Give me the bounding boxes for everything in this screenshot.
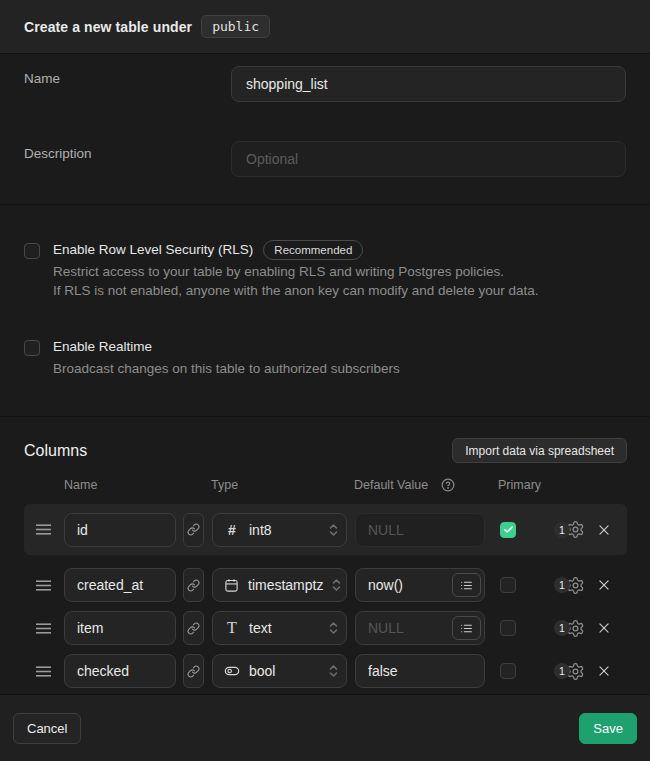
recommended-badge: Recommended (263, 240, 363, 260)
column-type-select[interactable]: # int8 (212, 513, 347, 547)
default-value-menu-button[interactable] (452, 616, 481, 640)
header-type: Type (211, 478, 354, 492)
column-type-label: int8 (249, 522, 320, 538)
columns-table-header: Name Type Default Value Primary (0, 478, 650, 492)
remove-column-button[interactable] (597, 523, 611, 537)
drag-handle-icon[interactable] (36, 524, 51, 535)
remove-column-button[interactable] (597, 578, 611, 592)
chevron-updown-icon (329, 664, 338, 678)
column-type-label: timestamptz (248, 577, 323, 593)
column-type-select[interactable]: bool (212, 654, 347, 688)
primary-checkbox[interactable] (500, 663, 516, 679)
foreign-key-icon[interactable] (183, 568, 204, 602)
column-name-input[interactable] (64, 611, 176, 645)
primary-checkbox[interactable] (500, 620, 516, 636)
settings-count-badge: 1 (554, 577, 570, 593)
column-row: T text 1 (24, 611, 627, 645)
panel-title: Create a new table under (24, 19, 192, 35)
panel-header: Create a new table under public (0, 0, 650, 53)
column-type-label: bool (249, 663, 320, 679)
hash-icon: # (224, 522, 240, 538)
panel-footer: Cancel Save (0, 695, 650, 761)
toggle-icon (224, 663, 240, 679)
column-row: # int8 1 (24, 504, 627, 555)
foreign-key-icon[interactable] (183, 513, 204, 547)
column-type-label: text (249, 620, 320, 636)
column-row: bool 1 (24, 654, 627, 688)
foreign-key-icon[interactable] (183, 611, 204, 645)
header-default-value: Default Value (354, 478, 437, 492)
import-spreadsheet-button[interactable]: Import data via spreadsheet (452, 438, 627, 463)
drag-handle-icon[interactable] (36, 580, 51, 591)
columns-title: Columns (24, 442, 87, 460)
options-section: Enable Row Level Security (RLS) Recommen… (0, 205, 650, 416)
table-name-input[interactable] (231, 66, 626, 102)
table-description-input[interactable] (231, 141, 626, 177)
realtime-label: Enable Realtime (53, 339, 152, 354)
column-settings-button[interactable]: 1 (554, 520, 585, 539)
drag-handle-icon[interactable] (36, 623, 51, 634)
column-row: timestamptz 1 (24, 568, 627, 602)
column-settings-button[interactable]: 1 (554, 619, 585, 638)
default-value-input (355, 513, 485, 547)
column-name-input[interactable] (64, 654, 176, 688)
chevron-updown-icon (329, 621, 338, 635)
column-settings-button[interactable]: 1 (554, 576, 585, 595)
foreign-key-icon[interactable] (183, 654, 204, 688)
chevron-updown-icon (332, 578, 341, 592)
name-label: Name (24, 66, 231, 102)
rls-checkbox[interactable] (24, 243, 40, 259)
description-label: Description (24, 141, 231, 177)
settings-count-badge: 1 (554, 522, 570, 538)
remove-column-button[interactable] (597, 664, 611, 678)
realtime-checkbox[interactable] (24, 340, 40, 356)
settings-count-badge: 1 (554, 620, 570, 636)
chevron-updown-icon (329, 523, 338, 537)
remove-column-button[interactable] (597, 621, 611, 635)
header-primary: Primary (498, 478, 541, 492)
primary-checkbox[interactable] (500, 522, 516, 538)
columns-section: Columns Import data via spreadsheet Name… (0, 417, 650, 688)
drag-handle-icon[interactable] (36, 666, 51, 677)
column-name-input[interactable] (64, 568, 176, 602)
column-settings-button[interactable]: 1 (554, 662, 585, 681)
realtime-description: Broadcast changes on this table to autho… (53, 359, 400, 378)
primary-checkbox[interactable] (500, 577, 516, 593)
table-info-section: Name Description (0, 54, 650, 204)
rls-description-line2: If RLS is not enabled, anyone with the a… (53, 281, 539, 300)
rls-label: Enable Row Level Security (RLS) (53, 242, 253, 257)
text-type-icon: T (224, 619, 240, 637)
default-value-input[interactable] (355, 654, 485, 688)
save-button[interactable]: Save (579, 713, 637, 744)
header-name: Name (64, 478, 211, 492)
rls-description-line1: Restrict access to your table by enablin… (53, 262, 539, 281)
calendar-icon (224, 578, 239, 593)
schema-badge: public (201, 15, 270, 38)
help-icon[interactable] (441, 478, 455, 492)
cancel-button[interactable]: Cancel (13, 713, 81, 744)
column-name-input[interactable] (64, 513, 176, 547)
column-type-select[interactable]: timestamptz (212, 568, 347, 602)
default-value-menu-button[interactable] (452, 573, 481, 597)
settings-count-badge: 1 (554, 663, 570, 679)
column-type-select[interactable]: T text (212, 611, 347, 645)
